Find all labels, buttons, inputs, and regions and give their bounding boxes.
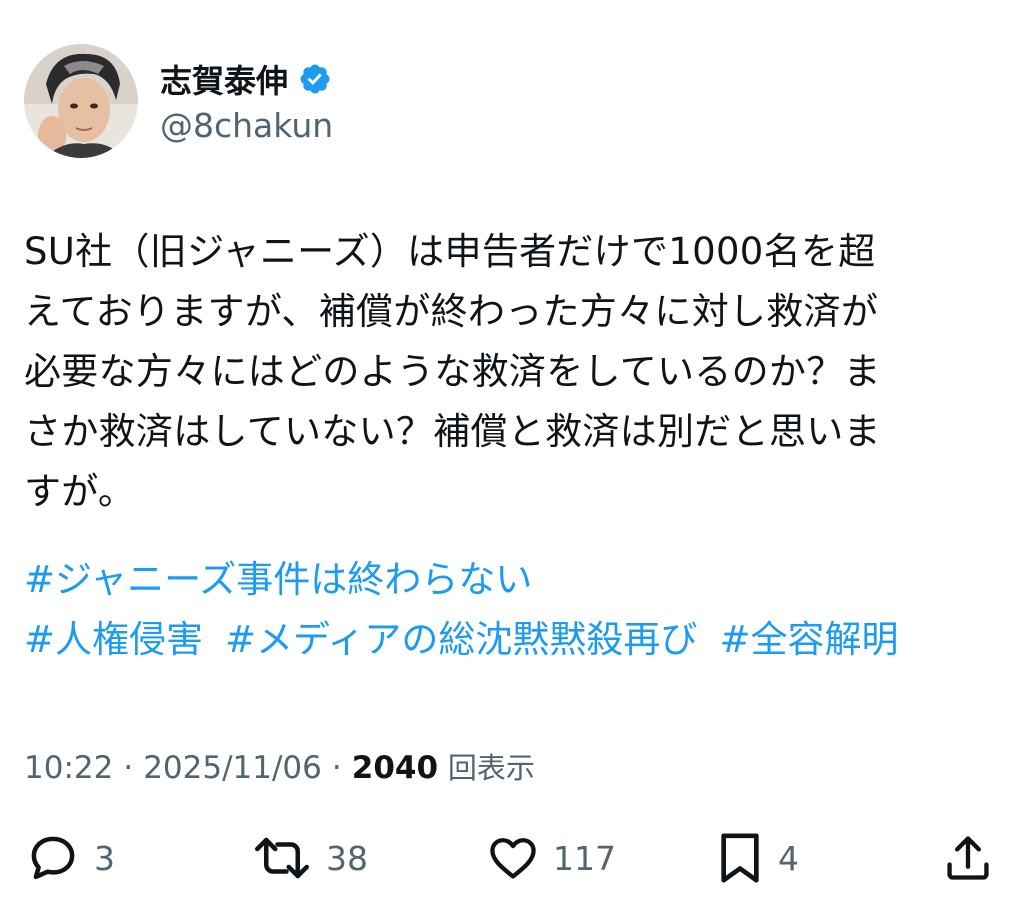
heart-icon (490, 838, 536, 879)
tweet-text-line: えておりますが、補償が終わった方々に対し救済が (24, 290, 879, 333)
retweet-icon (255, 837, 309, 879)
bookmark-icon (721, 833, 759, 883)
reply-count: 3 (94, 838, 115, 878)
avatar-photo (24, 44, 138, 158)
views-label: 回表示 (447, 751, 535, 785)
avatar[interactable] (24, 44, 138, 158)
bookmark-count: 4 (778, 838, 799, 878)
hashtag-link[interactable]: #メディアの総沈黙黙殺再び (225, 618, 697, 661)
reply-button[interactable]: 3 (26, 826, 115, 890)
tweet-meta: 10:22 · 2025/11/06 · 2040 回表示 (24, 744, 535, 792)
hashtag-list: #ジャニーズ事件は終わらない #人権侵害 #メディアの総沈黙黙殺再び #全容解明 (24, 550, 898, 670)
tweet-time[interactable]: 10:22 (24, 750, 113, 786)
hashtag-link[interactable]: #全容解明 (719, 618, 898, 661)
verified-badge-icon (300, 64, 330, 94)
action-bar: 3 38 117 4 (0, 826, 1024, 890)
display-name[interactable]: 志賀泰伸 (160, 56, 288, 102)
tweet-text-line: すが。 (24, 470, 136, 513)
reply-icon (31, 836, 75, 880)
hashtag-link[interactable]: #ジャニーズ事件は終わらない (24, 558, 532, 601)
retweet-count: 38 (326, 838, 368, 878)
retweet-button[interactable]: 38 (252, 826, 368, 890)
views-count: 2040 (351, 750, 439, 786)
author-handle[interactable]: @8chakun (160, 106, 333, 145)
like-count: 117 (553, 838, 616, 878)
meta-separator: · (123, 750, 134, 786)
tweet-text-line: さか救済はしていない？補償と救済は別だと思いま (24, 410, 881, 453)
like-button[interactable]: 117 (487, 826, 616, 890)
tweet-text: SU社（旧ジャニーズ）は申告者だけで1000名を超 えておりますが、補償が終わっ… (24, 222, 984, 522)
share-button[interactable] (942, 826, 994, 890)
hashtag-link[interactable]: #人権侵害 (24, 618, 203, 661)
share-icon (947, 836, 989, 880)
meta-separator: · (331, 750, 342, 786)
tweet-text-line: 必要な方々にはどのような救済をしているのか？ま (24, 350, 881, 393)
bookmark-button[interactable]: 4 (716, 826, 799, 890)
tweet-text-line: SU社（旧ジャニーズ）は申告者だけで1000名を超 (24, 230, 876, 273)
tweet-date[interactable]: 2025/11/06 (143, 750, 322, 786)
author-name-row[interactable]: 志賀泰伸 (160, 56, 332, 102)
